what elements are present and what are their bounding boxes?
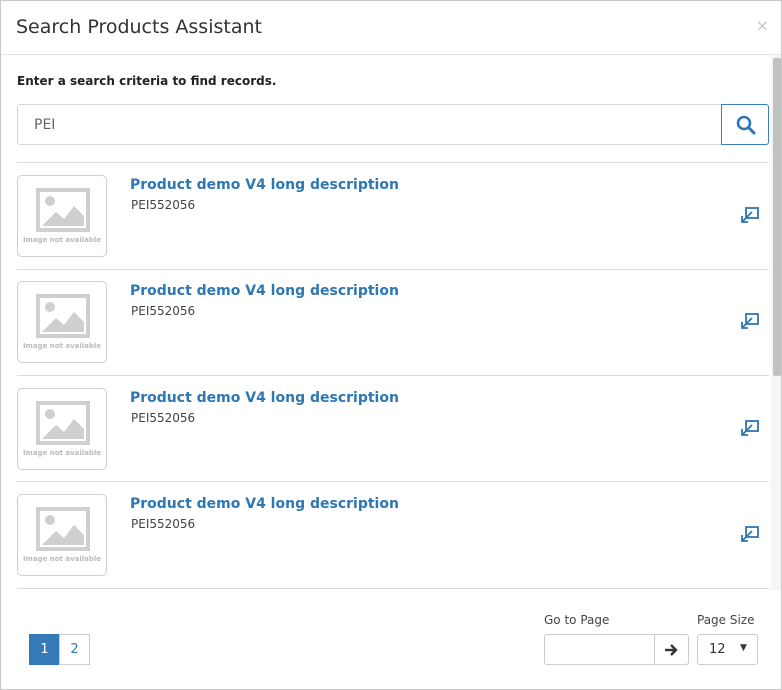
product-thumbnail: Image not available (17, 388, 107, 470)
close-icon[interactable]: × (756, 17, 769, 35)
page-button-1[interactable]: 1 (29, 634, 60, 665)
search-input[interactable] (17, 104, 723, 145)
open-link-icon[interactable] (741, 420, 759, 436)
arrow-right-icon (665, 644, 678, 656)
image-not-available-text: Image not available (22, 449, 102, 457)
result-row: Image not available Product demo V4 long… (17, 376, 769, 482)
go-to-page-input[interactable] (544, 634, 655, 665)
image-placeholder-icon (36, 188, 90, 232)
product-thumbnail: Image not available (17, 281, 107, 363)
modal-title: Search Products Assistant (16, 16, 262, 38)
product-code: PEI552056 (131, 411, 196, 425)
page-button-2[interactable]: 2 (59, 634, 90, 665)
search-instruction: Enter a search criteria to find records. (17, 74, 277, 88)
modal-header: Search Products Assistant × (1, 1, 781, 55)
page-size-label: Page Size (697, 613, 755, 627)
open-link-icon[interactable] (741, 526, 759, 542)
results-scrollbar-thumb[interactable] (773, 58, 781, 376)
product-code: PEI552056 (131, 304, 196, 318)
go-to-page-label: Go to Page (544, 613, 610, 627)
product-title-link[interactable]: Product demo V4 long description (130, 496, 399, 512)
open-link-icon[interactable] (741, 313, 759, 329)
product-title-link[interactable]: Product demo V4 long description (130, 177, 399, 193)
page-size-value: 12 (709, 642, 726, 657)
product-code: PEI552056 (131, 517, 196, 531)
result-row: Image not available Product demo V4 long… (17, 269, 769, 375)
go-to-page-button[interactable] (654, 634, 689, 665)
chevron-down-icon: ▼ (740, 643, 747, 653)
image-not-available-text: Image not available (22, 342, 102, 350)
divider (17, 588, 769, 589)
image-placeholder-icon (36, 401, 90, 445)
result-row: Image not available Product demo V4 long… (17, 482, 769, 588)
product-code: PEI552056 (131, 198, 196, 212)
image-not-available-text: Image not available (22, 236, 102, 244)
page-size-select[interactable]: 12 ▼ (697, 634, 758, 665)
open-link-icon[interactable] (741, 207, 759, 223)
product-thumbnail: Image not available (17, 175, 107, 257)
image-placeholder-icon (36, 294, 90, 338)
product-title-link[interactable]: Product demo V4 long description (130, 283, 399, 299)
product-thumbnail: Image not available (17, 494, 107, 576)
product-title-link[interactable]: Product demo V4 long description (130, 390, 399, 406)
search-products-modal: Search Products Assistant × Enter a sear… (0, 0, 782, 690)
search-button[interactable] (721, 104, 769, 145)
image-not-available-text: Image not available (22, 555, 102, 563)
image-placeholder-icon (36, 507, 90, 551)
result-row: Image not available Product demo V4 long… (17, 163, 769, 269)
search-icon (736, 115, 756, 135)
